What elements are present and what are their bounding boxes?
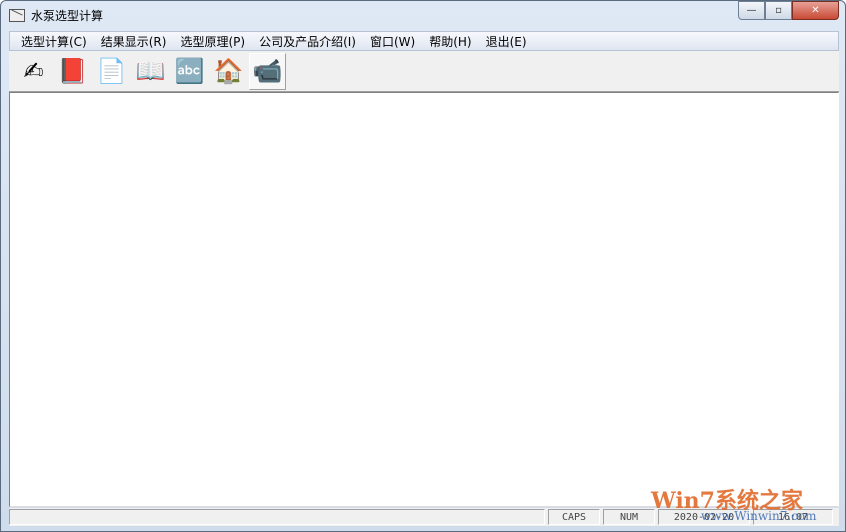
title-bar: 水泵选型计算: [9, 5, 103, 25]
watermark-url: www.Winwin7.com: [701, 509, 817, 523]
app-icon[interactable]: [9, 8, 25, 22]
menu-help[interactable]: 帮助(H): [422, 33, 478, 50]
notepad-icon[interactable]: 📄: [93, 53, 130, 90]
video-camera-man-icon[interactable]: 📹: [249, 52, 286, 90]
menu-exit[interactable]: 退出(E): [479, 33, 534, 50]
menu-results[interactable]: 结果显示(R): [94, 33, 174, 50]
caption-buttons: — ▫ ✕: [738, 1, 839, 20]
menu-company[interactable]: 公司及产品介绍(I): [252, 33, 363, 50]
menu-bar: 选型计算(C) 结果显示(R) 选型原理(P) 公司及产品介绍(I) 窗口(W)…: [9, 31, 839, 51]
menu-principles[interactable]: 选型原理(P): [173, 33, 252, 50]
menu-selection-calc[interactable]: 选型计算(C): [14, 33, 94, 50]
caps-indicator: CAPS: [548, 509, 600, 525]
hand-writing-icon[interactable]: ✍: [15, 53, 52, 90]
house-car-icon[interactable]: 🏠: [210, 53, 247, 90]
app-window: 水泵选型计算 — ▫ ✕ 选型计算(C) 结果显示(R) 选型原理(P) 公司及…: [0, 0, 846, 532]
maximize-button[interactable]: ▫: [765, 1, 792, 20]
toolbar: ✍ 📕 📄 📖 🔤 🏠 📹: [9, 51, 839, 92]
book-pen-icon[interactable]: 📕: [54, 53, 91, 90]
close-button[interactable]: ✕: [792, 1, 839, 20]
menu-window[interactable]: 窗口(W): [363, 33, 422, 50]
status-message: [9, 509, 545, 525]
window-title: 水泵选型计算: [31, 8, 104, 23]
open-book-icon[interactable]: 📖: [132, 53, 169, 90]
num-indicator: NUM: [603, 509, 655, 525]
mdi-client-area[interactable]: [9, 92, 839, 507]
minimize-button[interactable]: —: [738, 1, 765, 20]
abc-123-icon[interactable]: 🔤: [171, 53, 208, 90]
